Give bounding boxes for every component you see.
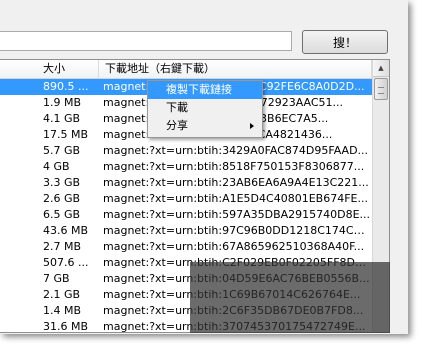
column-header-download-link[interactable]: 下載地址（右鍵下載）: [99, 60, 372, 78]
size-cell: 2.1 GB: [43, 288, 81, 301]
size-cell: 2.6 GB: [43, 192, 81, 205]
table-row[interactable]: 3.3 GB magnet:?xt=urn:btih:23AB6EA6A9A4E…: [0, 175, 372, 191]
size-cell: 5.7 GB: [43, 144, 81, 157]
size-cell: 31.6 MB: [43, 320, 89, 333]
table-row[interactable]: 43.6 MB magnet:?xt=urn:btih:97C96B0DD121…: [0, 223, 372, 239]
search-input[interactable]: [0, 31, 292, 51]
size-cell: 1.9 MB: [43, 96, 82, 109]
table-row[interactable]: 4 GB magnet:?xt=urn:btih:8518F750153F830…: [0, 159, 372, 175]
table-row[interactable]: 2.7 MB magnet:?xt=urn:btih:67A8659625103…: [0, 239, 372, 255]
size-cell: 4.1 GB: [43, 112, 81, 125]
magnet-link-cell[interactable]: magnet:?xt=urn:btih:8518F750153F8306877.…: [103, 159, 371, 175]
magnet-link-cell[interactable]: magnet:?xt=urn:btih:A1E5D4C40801EB674FE.…: [103, 191, 371, 207]
size-cell: 2.7 MB: [43, 240, 82, 253]
table-row[interactable]: 5.7 GB magnet:?xt=urn:btih:3429A0FAC874D…: [0, 143, 372, 159]
table-row[interactable]: 6.5 GB magnet:?xt=urn:btih:597A35DBA2915…: [0, 207, 372, 223]
size-cell: 507.6 ...: [43, 256, 89, 269]
menu-item-share-label: 分享: [166, 119, 188, 132]
magnet-link-cell[interactable]: magnet:?xt=urn:btih:67A865962510368A40F.…: [103, 239, 371, 255]
size-cell: 43.6 MB: [43, 224, 89, 237]
search-button[interactable]: 搜！: [302, 30, 388, 54]
grip-icon: [378, 87, 384, 94]
app-window: 搜！ 大小 下載地址（右鍵下載） 890.5 ... magnet:?xt=ur…: [0, 0, 408, 334]
size-cell: 6.5 GB: [43, 208, 81, 221]
scrollbar-thumb[interactable]: [374, 78, 388, 100]
scroll-up-arrow-icon[interactable]: ▲: [373, 60, 389, 77]
magnet-link-cell[interactable]: magnet:?xt=urn:btih:597A35DBA2915740D8E.…: [103, 207, 371, 223]
table-row[interactable]: 2.6 GB magnet:?xt=urn:btih:A1E5D4C40801E…: [0, 191, 372, 207]
size-cell: 17.5 MB: [43, 128, 89, 141]
size-cell: 890.5 ...: [43, 80, 89, 93]
submenu-arrow-icon: [250, 123, 254, 129]
size-cell: 4 GB: [43, 160, 70, 173]
watermark-overlay: [190, 262, 390, 333]
menu-item-share[interactable]: 分享: [148, 117, 262, 135]
magnet-link-cell[interactable]: magnet:?xt=urn:btih:3429A0FAC874D95FAAD.…: [103, 143, 371, 159]
size-cell: 3.3 GB: [43, 176, 81, 189]
magnet-link-cell[interactable]: magnet:?xt=urn:btih:23AB6EA6A9A4E13C221.…: [103, 175, 371, 191]
magnet-link-cell[interactable]: magnet:?xt=urn:btih:97C96B0DD1218C174C1.…: [103, 223, 371, 239]
size-cell: 1.4 MB: [43, 304, 82, 317]
size-cell: 7 GB: [43, 272, 70, 285]
context-menu: 複製下載鏈接 下載 分享: [147, 80, 263, 138]
menu-item-download[interactable]: 下載: [148, 99, 262, 117]
column-header-size[interactable]: 大小: [0, 60, 99, 78]
table-header: 大小 下載地址（右鍵下載）: [0, 60, 372, 79]
menu-item-copy-link[interactable]: 複製下載鏈接: [148, 81, 262, 99]
